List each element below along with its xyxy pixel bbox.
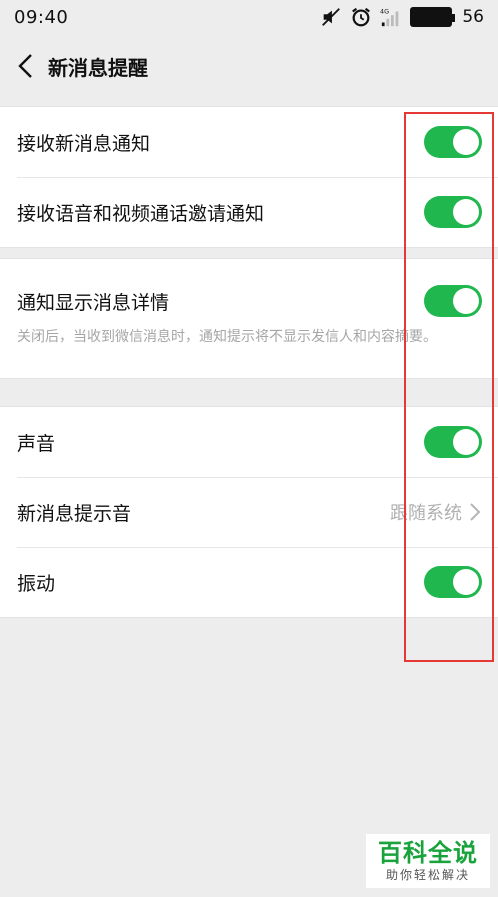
alarm-icon — [352, 7, 371, 27]
page-title: 新消息提醒 — [48, 55, 148, 80]
status-time: 09:40 — [14, 6, 69, 28]
row-label: 声音 — [17, 432, 56, 455]
status-icons: 4G 56 — [320, 6, 484, 28]
battery-level: 56 — [462, 7, 484, 27]
watermark-main-text: 百科全说 — [378, 839, 478, 867]
chevron-left-icon — [18, 54, 32, 78]
watermark-sub-text: 助你轻松解决 — [385, 868, 470, 882]
watermark-logo: 百科全说 助你轻松解决 — [366, 834, 490, 888]
row-label: 通知显示消息详情 — [17, 291, 170, 314]
screen: 09:40 4G 56 新消息提醒 接收新消息通知 接收语音和视频通话邀请通知 … — [0, 0, 498, 897]
row-label: 接收语音和视频通话邀请通知 — [17, 202, 265, 225]
battery-icon — [410, 7, 456, 27]
row-label: 振动 — [17, 572, 56, 595]
signal-icon: 4G — [380, 7, 399, 27]
row-label: 新消息提示音 — [17, 502, 132, 525]
network-type-label: 4G — [380, 7, 389, 15]
nav-header: 新消息提醒 — [0, 34, 498, 98]
mute-icon — [322, 8, 341, 26]
status-bar: 09:40 4G 56 — [0, 0, 498, 34]
row-label: 接收新消息通知 — [17, 132, 151, 155]
back-button[interactable] — [6, 46, 46, 86]
highlight-annotation-box — [404, 112, 494, 662]
